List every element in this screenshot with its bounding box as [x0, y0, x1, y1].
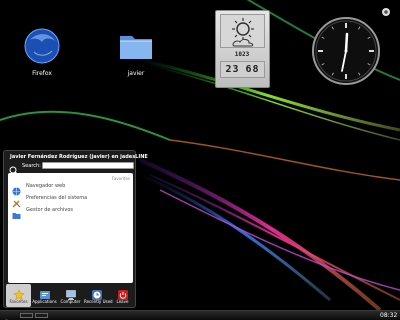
weather-widget[interactable]: 1023 23 68	[215, 10, 270, 88]
firefox-icon	[22, 26, 62, 66]
start-menu: Javier Fernández Rodríguez (javier) en j…	[3, 150, 148, 308]
weather-date: 1023	[234, 51, 250, 58]
tab-label: Favorites	[9, 299, 28, 304]
star-icon	[12, 286, 25, 301]
tab-label: Computer	[60, 299, 81, 304]
search-input[interactable]	[42, 162, 134, 169]
widget-toolbox-icon[interactable]	[379, 2, 393, 16]
magnifier-icon	[9, 161, 19, 176]
tab-label: Leave	[116, 299, 129, 304]
desktop-pager-1[interactable]	[20, 313, 33, 318]
menu-tab-bar: Favorites Applications Computer Recently…	[6, 284, 135, 307]
tab-leave[interactable]: Leave	[110, 284, 135, 307]
analog-clock-widget[interactable]	[311, 16, 381, 86]
applications-icon	[39, 286, 51, 299]
network-icon[interactable]	[355, 312, 363, 320]
tools-icon	[12, 193, 21, 208]
clock-icon	[91, 286, 103, 300]
desktop-pager-2[interactable]	[35, 313, 48, 318]
favorite-item-web-browser[interactable]: Navegador web	[12, 181, 122, 196]
weather-condition-panel	[220, 14, 265, 48]
tab-favorites[interactable]: Favorites	[6, 284, 31, 307]
clock-face	[312, 17, 380, 85]
temperature-left: 23	[225, 64, 240, 75]
folder-icon	[116, 26, 156, 66]
volume-icon[interactable]	[366, 312, 374, 320]
favorite-item-label: Navegador web	[26, 183, 66, 189]
temperature-readout: 23 68	[221, 62, 264, 77]
weather-temperature-panel: 23 68	[220, 61, 265, 78]
application-launcher-button[interactable]	[2, 312, 11, 320]
search-label: Search:	[22, 163, 41, 169]
taskbar: 08:32	[0, 310, 400, 320]
favorite-item-label: Preferencias del sistema	[26, 195, 88, 201]
desktop-icon-label: javier	[127, 70, 145, 77]
tab-applications[interactable]: Applications	[32, 284, 57, 307]
favorites-panel: Favorites Navegador web Preferencias del…	[8, 173, 133, 283]
sun-cloud-icon	[232, 18, 254, 47]
tab-computer[interactable]: Computer	[58, 284, 83, 307]
favorite-item-file-manager[interactable]: Gestor de archivos	[12, 205, 122, 219]
globe-icon	[12, 181, 21, 196]
taskbar-clock[interactable]: 08:32	[380, 312, 397, 319]
favorite-item-system-settings[interactable]: Preferencias del sistema	[12, 193, 122, 208]
computer-icon	[65, 286, 77, 300]
tab-label: Recently Used	[84, 299, 113, 304]
clock-hour-hand	[344, 32, 349, 53]
search-row: Search:	[8, 161, 134, 176]
user-info: Javier Fernández Rodríguez (javier) en j…	[10, 154, 148, 160]
desktop-icon-firefox[interactable]: Firefox	[12, 26, 72, 77]
tab-recently-used[interactable]: Recently Used	[84, 284, 113, 307]
desktop-icon-home-folder[interactable]: javier	[106, 26, 166, 77]
folder-icon	[12, 205, 21, 219]
tab-label: Applications	[32, 299, 57, 304]
desktop-icon-label: Firefox	[32, 70, 52, 77]
power-icon	[117, 286, 129, 300]
temperature-right: 68	[245, 64, 260, 75]
keyboard-layout-flag-icon[interactable]	[344, 312, 352, 320]
favorite-item-label: Gestor de archivos	[26, 207, 73, 213]
